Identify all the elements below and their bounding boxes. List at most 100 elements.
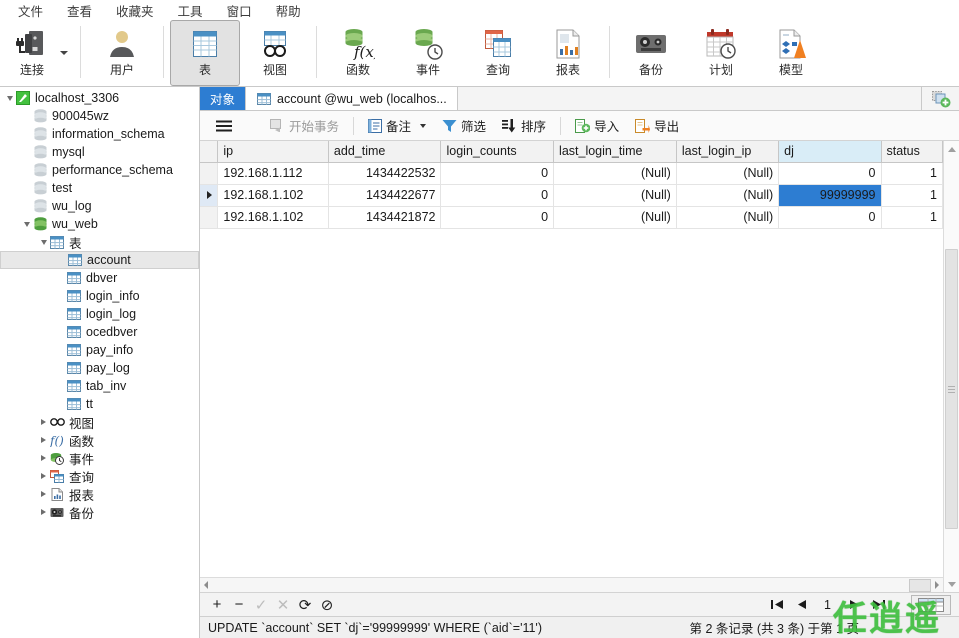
tree-node-account[interactable]: account	[0, 251, 199, 269]
expander-open-icon[interactable]	[38, 239, 49, 245]
cell-ip[interactable]: 192.168.1.102	[217, 184, 329, 207]
vertical-scrollbar[interactable]	[943, 141, 959, 592]
column-header-last_login_ip[interactable]: last_login_ip	[676, 141, 780, 163]
scroll-down-button[interactable]	[944, 576, 959, 592]
menu-view[interactable]: 查看	[55, 0, 104, 22]
grid-toolbar-导入[interactable]: 导入	[567, 112, 627, 139]
cell-last_login_ip[interactable]: (Null)	[676, 162, 780, 185]
cell-last_login_time[interactable]: (Null)	[553, 206, 677, 229]
tree-node-login_log[interactable]: login_log	[0, 305, 199, 323]
tree-node-报表[interactable]: 报表	[0, 485, 199, 503]
previous-record-button[interactable]	[790, 595, 812, 615]
tree-node-tab_inv[interactable]: tab_inv	[0, 377, 199, 395]
toolbar-button-报表[interactable]: 报表	[533, 20, 603, 86]
scroll-up-button[interactable]	[944, 141, 959, 157]
toolbar-button-备份[interactable]: 备份	[616, 20, 686, 86]
tab-objects[interactable]: 对象	[200, 87, 247, 110]
toolbar-button-模型[interactable]: 模型	[756, 20, 826, 86]
grid-toolbar-开始事务[interactable]: 开始事务	[262, 112, 347, 139]
grid-corner-cell[interactable]	[200, 141, 219, 163]
table-row[interactable]: 192.168.1.112 1434422532 0 (Null) (Null) 0 1	[200, 162, 943, 185]
cell-status[interactable]: 1	[881, 206, 943, 229]
cancel-edit-button[interactable]: ✕	[272, 595, 294, 615]
confirm-edit-button[interactable]: ✓	[250, 595, 272, 615]
tree-node-视图[interactable]: 视图	[0, 413, 199, 431]
menu-favorites[interactable]: 收藏夹	[104, 0, 166, 22]
connection-dropdown-caret-icon[interactable]	[60, 51, 68, 55]
tree-node-wu_web[interactable]: wu_web	[0, 215, 199, 233]
horizontal-scrollbar[interactable]	[200, 577, 943, 592]
expander-closed-icon[interactable]	[38, 437, 49, 443]
tree-node-表[interactable]: 表	[0, 233, 199, 251]
tree-node-test[interactable]: test	[0, 179, 199, 197]
cell-add_time[interactable]: 1434421872	[328, 206, 442, 229]
row-selector[interactable]	[200, 162, 219, 185]
cell-dj[interactable]: 99999999	[778, 184, 882, 207]
toolbar-button-连接[interactable]: 连接	[4, 20, 60, 86]
grid-toolbar-导出[interactable]: 导出	[627, 112, 687, 139]
tree-node-ocedbver[interactable]: ocedbver	[0, 323, 199, 341]
tab-table-data[interactable]: account @wu_web (localhos...	[246, 87, 458, 110]
tree-node-information_schema[interactable]: information_schema	[0, 125, 199, 143]
toolbar-button-函数[interactable]: f(x) 函数	[323, 20, 393, 86]
column-header-status[interactable]: status	[881, 141, 943, 163]
tree-node-mysql[interactable]: mysql	[0, 143, 199, 161]
data-grid-table[interactable]: ip add_time login_counts last_login_time las…	[200, 141, 943, 229]
grid-toolbar-排序[interactable]: 排序	[494, 112, 554, 139]
object-tree-sidebar[interactable]: localhost_3306 900045wz information_schema…	[0, 87, 200, 638]
cell-status[interactable]: 1	[881, 162, 943, 185]
tree-node-pay_info[interactable]: pay_info	[0, 341, 199, 359]
toolbar-button-视图[interactable]: 视图	[240, 20, 310, 86]
column-header-dj[interactable]: dj	[778, 141, 882, 163]
expander-closed-icon[interactable]	[38, 509, 49, 515]
cell-dj[interactable]: 0	[778, 206, 882, 229]
menu-tools[interactable]: 工具	[166, 0, 215, 22]
current-row-indicator[interactable]	[200, 184, 219, 207]
tree-node-wu_log[interactable]: wu_log	[0, 197, 199, 215]
tree-node-查询[interactable]: 查询	[0, 467, 199, 485]
hscroll-track[interactable]	[208, 578, 935, 592]
cell-add_time[interactable]: 1434422532	[328, 162, 442, 185]
cell-login_counts[interactable]: 0	[440, 184, 555, 207]
tree-node-事件[interactable]: 事件	[0, 449, 199, 467]
expander-closed-icon[interactable]	[38, 491, 49, 497]
toolbar-button-查询[interactable]: 查询	[463, 20, 533, 86]
expander-closed-icon[interactable]	[38, 473, 49, 479]
toolbar-button-计划[interactable]: 计划	[686, 20, 756, 86]
menu-help[interactable]: 帮助	[264, 0, 313, 22]
tree-node-900045wz[interactable]: 900045wz	[0, 107, 199, 125]
expander-open-icon[interactable]	[21, 221, 32, 227]
expander-closed-icon[interactable]	[38, 455, 49, 461]
vscroll-thumb[interactable]	[945, 249, 958, 529]
column-header-ip[interactable]: ip	[217, 141, 329, 163]
cell-last_login_ip[interactable]: (Null)	[676, 206, 780, 229]
cell-status[interactable]: 1	[881, 184, 943, 207]
cell-ip[interactable]: 192.168.1.112	[217, 162, 329, 185]
next-record-button[interactable]	[843, 595, 865, 615]
tree-node-pay_log[interactable]: pay_log	[0, 359, 199, 377]
cell-dj[interactable]: 0	[778, 162, 882, 185]
toolbar-button-事件[interactable]: 事件	[393, 20, 463, 86]
tree-node-dbver[interactable]: dbver	[0, 269, 199, 287]
grid-form-toggle-button[interactable]	[911, 594, 951, 615]
first-record-button[interactable]	[766, 595, 788, 615]
tree-node-备份[interactable]: 备份	[0, 503, 199, 521]
note-dropdown-caret-icon[interactable]	[420, 123, 427, 128]
current-page-number[interactable]: 1	[814, 598, 841, 612]
add-record-button[interactable]: +	[206, 595, 228, 615]
cell-login_counts[interactable]: 0	[440, 162, 555, 185]
refresh-button[interactable]: ⟳	[294, 595, 316, 615]
cell-last_login_ip[interactable]: (Null)	[676, 184, 780, 207]
tree-node-函数[interactable]: f() 函数	[0, 431, 199, 449]
cell-last_login_time[interactable]: (Null)	[553, 162, 677, 185]
toolbar-button-用户[interactable]: 用户	[87, 20, 157, 86]
table-row[interactable]: 192.168.1.102 1434422677 0 (Null) (Null) 9999…	[200, 184, 943, 207]
row-selector[interactable]	[200, 206, 219, 229]
tree-node-localhost_3306[interactable]: localhost_3306	[0, 89, 199, 107]
tree-node-login_info[interactable]: login_info	[0, 287, 199, 305]
cell-last_login_time[interactable]: (Null)	[553, 184, 677, 207]
grid-menu-button[interactable]	[208, 116, 240, 136]
table-row[interactable]: 192.168.1.102 1434421872 0 (Null) (Null) 0 1	[200, 206, 943, 229]
grid-toolbar-筛选[interactable]: 筛选	[434, 112, 494, 139]
cell-add_time[interactable]: 1434422677	[328, 184, 442, 207]
